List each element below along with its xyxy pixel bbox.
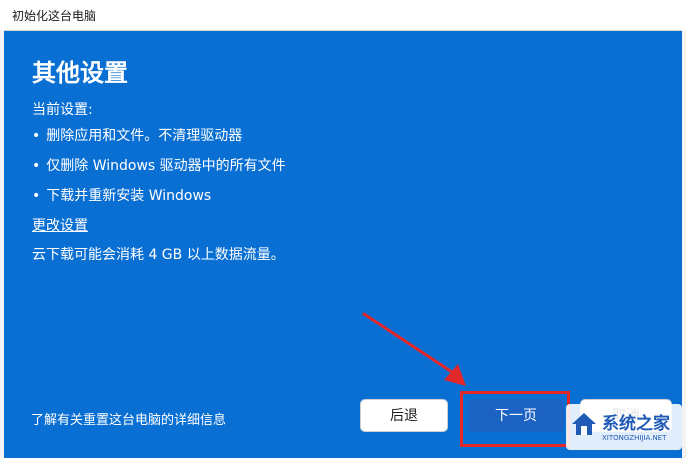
watermark-url: XITONGZHIJIA.NET bbox=[602, 434, 667, 442]
red-arrow-icon bbox=[362, 312, 466, 386]
watermark: 系统之家 XITONGZHIJIA.NET bbox=[566, 404, 682, 450]
house-logo-icon bbox=[572, 413, 596, 435]
watermark-name: 系统之家 bbox=[602, 414, 670, 434]
